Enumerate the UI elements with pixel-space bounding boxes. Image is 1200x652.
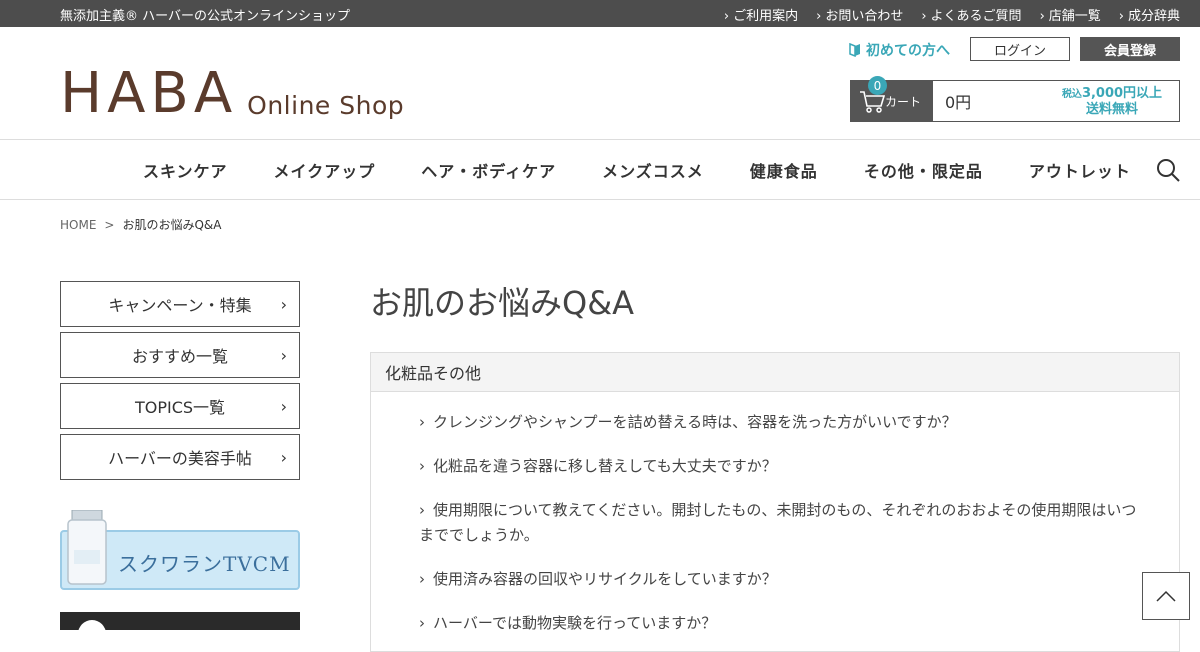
top-link-faq[interactable]: よくあるご質問 bbox=[921, 5, 1022, 24]
chevron-right-icon: › bbox=[419, 570, 425, 588]
nav-other-limited[interactable]: その他・限定品 bbox=[864, 158, 983, 182]
question-list: › クレンジングやシャンプーを詰め替える時は、容器を洗った方がいいですか？ › 化粧… bbox=[371, 392, 1179, 636]
question-item[interactable]: › 使用期限について教えてください。開封したもの、未開封のもの、それぞれのおおよそ… bbox=[419, 498, 1139, 548]
nav-divider-bottom bbox=[0, 199, 1200, 200]
qa-section-heading: 化粧品その他 bbox=[371, 353, 1179, 392]
squalane-tvcm-banner[interactable]: スクワランTVCM bbox=[60, 509, 300, 592]
chevron-up-icon bbox=[1156, 590, 1176, 602]
chevron-right-icon: › bbox=[419, 501, 425, 519]
site-logo[interactable]: HABA Online Shop bbox=[60, 66, 404, 122]
nav-outlet[interactable]: アウトレット bbox=[1029, 158, 1131, 182]
breadcrumb-home[interactable]: HOME bbox=[60, 218, 96, 232]
top-link-ingredients[interactable]: 成分辞典 bbox=[1119, 5, 1180, 24]
chevron-right-icon: › bbox=[280, 448, 287, 467]
cart-amount: 0円 bbox=[945, 93, 972, 112]
question-item[interactable]: › ハーバーでは動物実験を行っていますか？ bbox=[419, 611, 1139, 636]
sidebar-item-label: TOPICS一覧 bbox=[134, 398, 226, 417]
video-thumbnail[interactable] bbox=[60, 612, 300, 630]
question-text: 使用期限について教えてください。開封したもの、未開封のもの、それぞれのおおよその… bbox=[419, 501, 1137, 544]
nav-skincare[interactable]: スキンケア bbox=[143, 158, 228, 182]
banner-text: スクワランTVCM bbox=[118, 552, 291, 576]
question-text: 使用済み容器の回収やリサイクルをしていますか？ bbox=[433, 570, 777, 588]
sidebar-item-topics[interactable]: TOPICS一覧 › bbox=[60, 383, 300, 429]
breadcrumb: HOME > お肌のお悩みQ&A bbox=[60, 216, 221, 233]
play-icon bbox=[78, 620, 106, 630]
page-title: お肌のお悩みQ&A bbox=[370, 284, 635, 322]
question-text: ハーバーでは動物実験を行っていますか？ bbox=[433, 614, 717, 632]
back-to-top-button[interactable] bbox=[1142, 572, 1190, 620]
breadcrumb-separator: > bbox=[104, 218, 115, 232]
breadcrumb-current: お肌のお悩みQ&A bbox=[122, 218, 222, 232]
cart-label: カート bbox=[884, 94, 921, 109]
sidebar-item-beauty-notes[interactable]: ハーバーの美容手帖 › bbox=[60, 434, 300, 480]
top-link-contact[interactable]: お問い合わせ bbox=[816, 5, 903, 24]
first-time-label: 初めての方へ bbox=[866, 43, 950, 59]
cart-count-badge: 0 bbox=[868, 76, 887, 95]
chevron-right-icon: › bbox=[280, 397, 287, 416]
sidebar-item-label: キャンペーン・特集 bbox=[108, 296, 252, 315]
chevron-right-icon: › bbox=[419, 457, 425, 475]
first-time-link[interactable]: 初めての方へ bbox=[848, 40, 950, 60]
cart-button[interactable]: 0 カート bbox=[851, 76, 933, 121]
chevron-right-icon: › bbox=[280, 295, 287, 314]
question-item[interactable]: › 使用済み容器の回収やリサイクルをしていますか？ bbox=[419, 567, 1139, 592]
chevron-right-icon: › bbox=[419, 413, 425, 431]
top-link-stores[interactable]: 店舗一覧 bbox=[1040, 5, 1101, 24]
site-tagline: 無添加主義® ハーバーの公式オンラインショップ bbox=[60, 9, 351, 24]
nav-mens[interactable]: メンズコスメ bbox=[602, 158, 704, 182]
question-text: 化粧品を違う容器に移し替えしても大丈夫ですか？ bbox=[433, 457, 777, 475]
cart-box[interactable]: 0 カート 0円 税込3,000円以上 送料無料 bbox=[850, 76, 1180, 122]
sidebar-item-recommend[interactable]: おすすめ一覧 › bbox=[60, 332, 300, 378]
search-icon bbox=[1157, 159, 1180, 182]
qa-section: 化粧品その他 › クレンジングやシャンプーを詰め替える時は、容器を洗った方がいいで… bbox=[370, 352, 1180, 652]
sidebar-nav: キャンペーン・特集 › おすすめ一覧 › TOPICS一覧 › ハーバーの美容手帖 › bbox=[60, 281, 300, 485]
free-shipping-note: 税込3,000円以上 送料無料 bbox=[1045, 81, 1179, 121]
nav-health-food[interactable]: 健康食品 bbox=[750, 158, 818, 182]
sidebar-item-campaign[interactable]: キャンペーン・特集 › bbox=[60, 281, 300, 327]
top-bar: 無添加主義® ハーバーの公式オンラインショップ ご利用案内 お問い合わせ よくあ… bbox=[0, 0, 1200, 27]
register-button[interactable]: 会員登録 bbox=[1080, 37, 1180, 61]
book-icon bbox=[849, 43, 860, 57]
free-shipping-tax: 税込 bbox=[1061, 88, 1082, 100]
question-text: クレンジングやシャンプーを詰め替える時は、容器を洗った方がいいですか？ bbox=[433, 413, 957, 431]
main-nav: スキンケア メイクアップ ヘア・ボディケア メンズコスメ 健康食品 その他・限定… bbox=[120, 140, 1154, 199]
sidebar-item-label: おすすめ一覧 bbox=[131, 347, 228, 366]
top-links: ご利用案内 お問い合わせ よくあるご質問 店舗一覧 成分辞典 bbox=[706, 5, 1180, 24]
question-item[interactable]: › 化粧品を違う容器に移し替えしても大丈夫ですか？ bbox=[419, 454, 1139, 479]
free-shipping-label: 送料無料 bbox=[1085, 101, 1138, 117]
chevron-right-icon: › bbox=[419, 614, 425, 632]
nav-hair-body[interactable]: ヘア・ボディケア bbox=[421, 158, 556, 182]
sidebar-item-label: ハーバーの美容手帖 bbox=[108, 449, 252, 468]
top-link-guide[interactable]: ご利用案内 bbox=[724, 5, 798, 24]
free-shipping-threshold: 3,000円以上 bbox=[1081, 85, 1163, 101]
logo-brand: HABA bbox=[60, 61, 238, 126]
logo-sub: Online Shop bbox=[247, 91, 405, 120]
search-button[interactable] bbox=[1156, 158, 1182, 188]
chevron-right-icon: › bbox=[280, 346, 287, 365]
question-item[interactable]: › クレンジングやシャンプーを詰め替える時は、容器を洗った方がいいですか？ bbox=[419, 410, 1139, 435]
login-button[interactable]: ログイン bbox=[970, 37, 1070, 61]
nav-makeup[interactable]: メイクアップ bbox=[274, 158, 376, 182]
